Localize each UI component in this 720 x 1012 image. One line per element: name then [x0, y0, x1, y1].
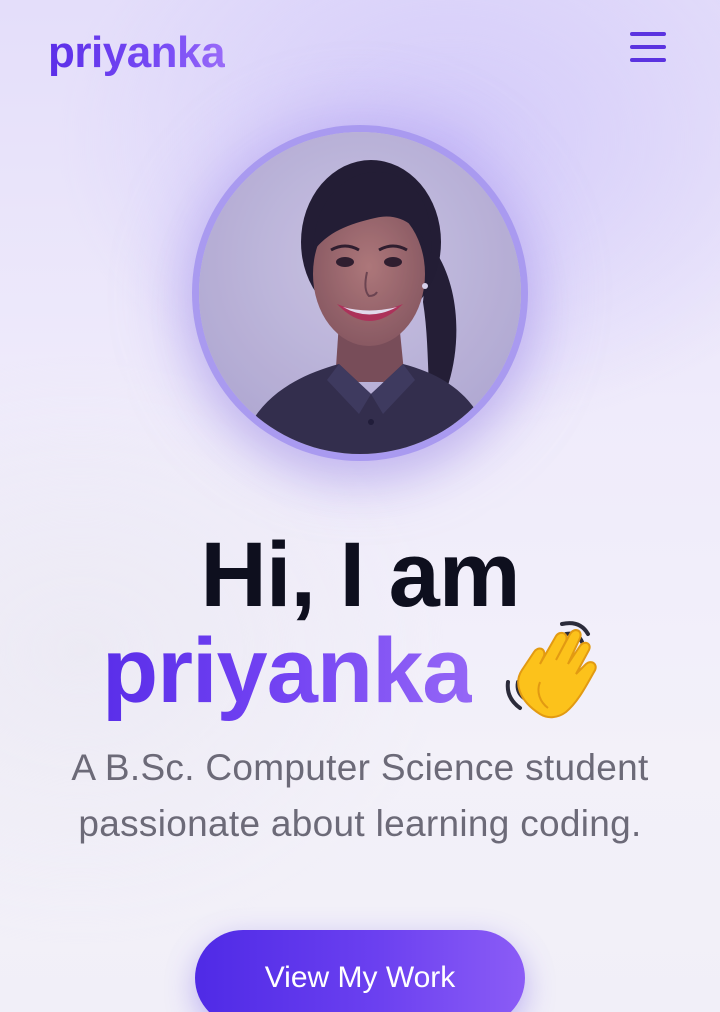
profile-photo: [199, 132, 521, 454]
view-my-work-button[interactable]: View My Work: [195, 930, 525, 1012]
waving-hand-icon: [505, 621, 597, 719]
hero-subtitle-line1: A B.Sc. Computer Science student: [71, 747, 649, 788]
avatar-ring: [192, 125, 528, 461]
navbar: priyanka: [0, 0, 720, 100]
hero-name-line: priyanka: [0, 621, 720, 725]
menu-bar: [630, 45, 666, 49]
brand-logo[interactable]: priyanka: [48, 26, 225, 80]
avatar: [199, 132, 521, 454]
hero-subtitle-line2: passionate about learning coding.: [78, 803, 642, 844]
hamburger-menu-icon[interactable]: [626, 28, 670, 66]
hero-name: priyanka: [102, 620, 473, 722]
hero-section: Hi, I am priyanka: [0, 525, 720, 725]
hero-greeting: Hi, I am: [200, 524, 520, 626]
menu-bar: [630, 32, 666, 36]
menu-bar: [630, 58, 666, 62]
hero-subtitle: A B.Sc. Computer Science student passion…: [30, 740, 690, 852]
